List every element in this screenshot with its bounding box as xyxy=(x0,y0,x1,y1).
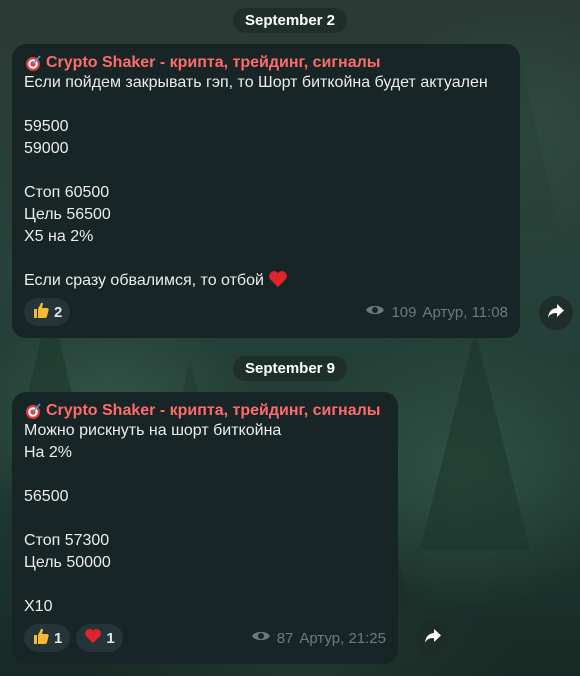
message-line: Если сразу обвалимся, то отбой xyxy=(24,270,508,292)
message-line: Стоп 60500 xyxy=(24,184,110,201)
date-separator: September 2 xyxy=(232,8,348,33)
message-line: 56500 xyxy=(24,488,69,505)
message-line: Цель 50000 xyxy=(24,554,111,571)
message-footer: 1 1 87 Артур, 21:25 xyxy=(24,624,386,652)
message-bubble[interactable]: Crypto Shaker - крипта, трейдинг, сигнал… xyxy=(12,392,398,664)
share-arrow-icon xyxy=(424,628,442,649)
message-line: Х5 на 2% xyxy=(24,228,94,245)
message-text: Если пойдем закрывать гэп, то Шорт битко… xyxy=(24,72,508,292)
view-count: 87 xyxy=(276,629,294,647)
reaction-heart[interactable]: 1 xyxy=(76,624,123,652)
message-meta: 87 Артур, 21:25 xyxy=(251,629,386,647)
heart-icon xyxy=(84,628,102,648)
message-line: 59500 xyxy=(24,118,69,135)
eye-icon xyxy=(251,629,271,647)
reactions: 1 1 xyxy=(24,624,123,652)
message-line: Можно рискнуть на шорт биткойна xyxy=(24,422,282,439)
sender-label: Crypto Shaker - крипта, трейдинг, сигнал… xyxy=(46,402,381,419)
reaction-count: 1 xyxy=(106,629,115,647)
view-count: 109 xyxy=(391,303,417,321)
message-line-text: Если сразу обвалимся, то отбой xyxy=(24,272,264,289)
reaction-thumbs-up[interactable]: 1 xyxy=(24,624,71,652)
message-bubble[interactable]: Crypto Shaker - крипта, трейдинг, сигнал… xyxy=(12,44,520,338)
message-line xyxy=(24,464,386,486)
thumbs-up-icon xyxy=(32,301,50,323)
message-line xyxy=(24,574,386,596)
message-line: Х10 xyxy=(24,598,53,615)
message-meta: 109 Артур, 11:08 xyxy=(365,303,508,321)
sender-label: Crypto Shaker - крипта, трейдинг, сигнал… xyxy=(46,54,381,71)
reaction-count: 2 xyxy=(54,303,63,321)
message-line: 59000 xyxy=(24,140,69,157)
sender-name[interactable]: Crypto Shaker - крипта, трейдинг, сигнал… xyxy=(24,402,386,420)
message-line: На 2% xyxy=(24,444,73,461)
message-line xyxy=(24,508,386,530)
date-separator: September 9 xyxy=(232,356,348,381)
message-footer: 2 109 Артур, 11:08 xyxy=(24,298,508,326)
sender-name[interactable]: Crypto Shaker - крипта, трейдинг, сигнал… xyxy=(24,54,508,72)
eye-icon xyxy=(365,303,385,321)
message-line xyxy=(24,94,508,116)
author-time: Артур, 11:08 xyxy=(422,303,509,321)
target-emoji-icon xyxy=(24,402,42,420)
background-tree xyxy=(420,330,530,550)
reactions: 2 xyxy=(24,298,71,326)
thumbs-up-icon xyxy=(32,627,50,649)
message-line: Если пойдем закрывать гэп, то Шорт битко… xyxy=(24,74,488,91)
message-text: Можно рискнуть на шорт биткойна На 2% 56… xyxy=(24,420,386,618)
message-line xyxy=(24,248,508,270)
reaction-thumbs-up[interactable]: 2 xyxy=(24,298,71,326)
message-line xyxy=(24,160,508,182)
share-button[interactable] xyxy=(416,621,450,655)
share-arrow-icon xyxy=(547,303,565,324)
share-button[interactable] xyxy=(539,296,573,330)
target-emoji-icon xyxy=(24,54,42,72)
reaction-count: 1 xyxy=(54,629,63,647)
heart-icon xyxy=(268,271,288,289)
message-line: Цель 56500 xyxy=(24,206,111,223)
message-line: Стоп 57300 xyxy=(24,532,110,549)
author-time: Артур, 21:25 xyxy=(299,629,386,647)
